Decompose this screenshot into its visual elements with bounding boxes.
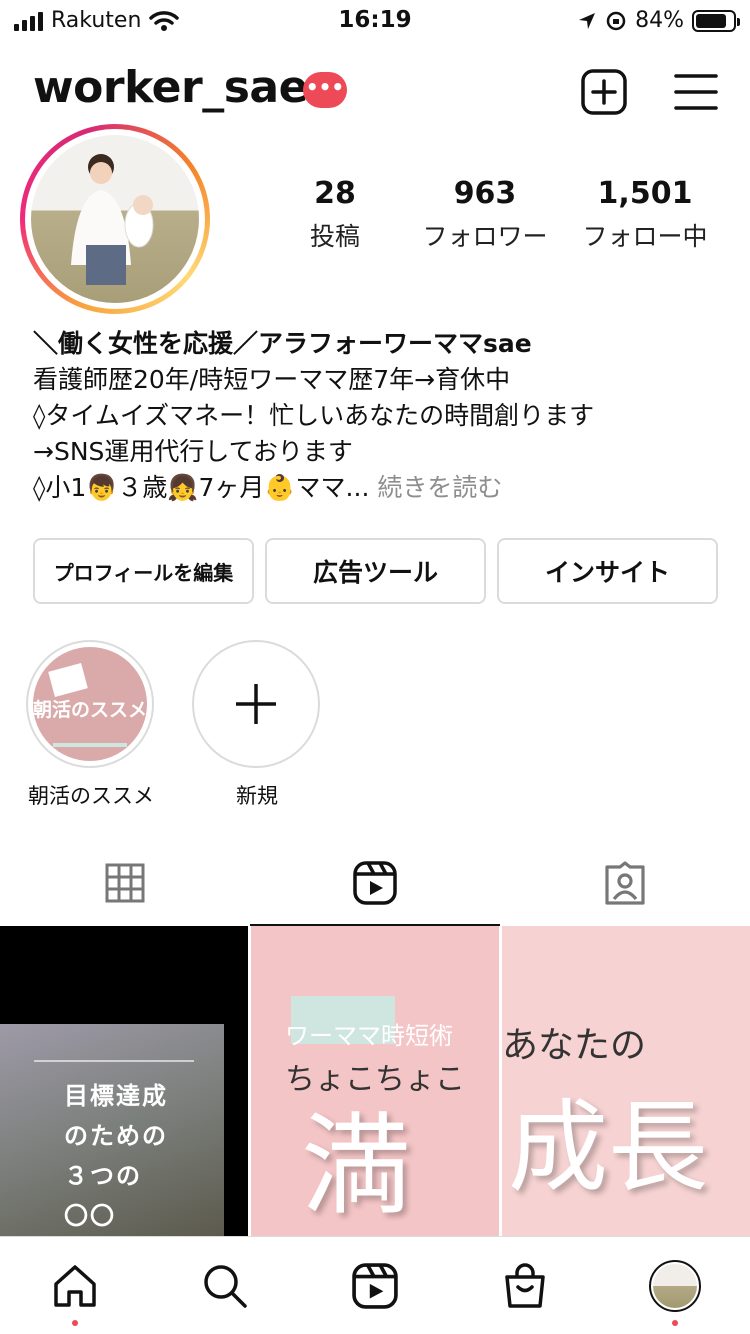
stat-value: 1,501 bbox=[597, 176, 693, 211]
stat-label: フォロワー bbox=[422, 222, 548, 251]
post-text: ワーママ時短術 bbox=[285, 1022, 453, 1050]
username[interactable]: worker_sae bbox=[33, 62, 308, 113]
profile-header: worker_sae ••• bbox=[33, 62, 720, 122]
profile-actions: プロフィールを編集 広告ツール インサイト bbox=[33, 538, 718, 604]
notification-badge[interactable]: ••• bbox=[303, 72, 347, 108]
bio-line: 看護師歴20年/時短ワーママ歴7年→育休中 bbox=[33, 365, 511, 394]
home-icon bbox=[54, 1264, 96, 1307]
nav-home[interactable] bbox=[0, 1237, 150, 1334]
highlight-label: 朝活のススメ bbox=[28, 784, 154, 808]
tab-tagged[interactable] bbox=[500, 840, 750, 926]
display-name: ＼働く女性を応援／アラフォーワーママsae bbox=[33, 329, 532, 358]
post-text: のための bbox=[64, 1122, 168, 1150]
status-bar: Rakuten 16:19 84% bbox=[0, 0, 750, 40]
stat-label: フォロー中 bbox=[582, 222, 708, 251]
insights-button[interactable]: インサイト bbox=[497, 538, 718, 604]
post-grid: 目標達成 のための ３つの 〇〇 ワーママ時短術 ちょこちょこ 満 あなたの 成… bbox=[0, 926, 750, 1236]
read-more-link[interactable]: 続きを読む bbox=[377, 473, 502, 502]
post-thumbnail[interactable]: 目標達成 のための ３つの 〇〇 bbox=[0, 926, 248, 1236]
notification-dot bbox=[672, 1320, 678, 1326]
reels-icon bbox=[352, 1262, 398, 1309]
post-thumbnail[interactable]: ワーママ時短術 ちょこちょこ 満 bbox=[251, 926, 499, 1236]
tab-grid[interactable] bbox=[0, 840, 250, 926]
hamburger-menu-icon[interactable] bbox=[672, 68, 720, 116]
avatar bbox=[31, 135, 199, 303]
profile-avatar bbox=[649, 1259, 701, 1312]
nav-search[interactable] bbox=[150, 1237, 300, 1334]
battery-percent: 84% bbox=[635, 8, 684, 33]
stat-followers[interactable]: 963 フォロワー bbox=[410, 176, 560, 253]
post-thumbnail[interactable]: あなたの 成長 bbox=[502, 926, 750, 1236]
post-text: ３つの bbox=[64, 1162, 142, 1190]
plus-icon bbox=[236, 684, 276, 724]
tagged-icon bbox=[605, 861, 645, 905]
nav-shop[interactable] bbox=[450, 1237, 600, 1334]
battery-icon bbox=[692, 9, 740, 32]
nav-profile[interactable] bbox=[600, 1237, 750, 1334]
story-ring[interactable] bbox=[20, 124, 210, 314]
post-text: 〇〇 bbox=[64, 1202, 116, 1230]
stat-value: 28 bbox=[314, 176, 356, 211]
shop-icon bbox=[505, 1262, 545, 1308]
highlight-item[interactable]: 朝活のススメ 朝活のススメ bbox=[26, 640, 156, 810]
tab-reels[interactable] bbox=[250, 840, 500, 926]
content-tabs bbox=[0, 840, 750, 926]
post-text: 満 bbox=[301, 1102, 411, 1230]
bio: ＼働く女性を応援／アラフォーワーママsae 看護師歴20年/時短ワーママ歴7年→… bbox=[33, 326, 733, 506]
bio-line: ◊小1👦３歳👧7ヶ月👶ママ... bbox=[33, 473, 370, 502]
search-icon bbox=[204, 1264, 247, 1308]
bio-line: →SNS運用代行しております bbox=[33, 437, 353, 466]
highlight-label: 新規 bbox=[236, 784, 278, 808]
post-text: 成長 bbox=[508, 1089, 708, 1206]
stat-value: 963 bbox=[453, 176, 517, 211]
post-text: あなたの bbox=[502, 1025, 647, 1066]
stat-posts[interactable]: 28 投稿 bbox=[290, 176, 380, 253]
grid-icon bbox=[105, 863, 145, 903]
location-icon bbox=[579, 12, 596, 29]
stat-label: 投稿 bbox=[309, 222, 360, 251]
bio-line: ◊タイムイズマネー！忙しいあなたの時間創ります bbox=[33, 401, 595, 430]
stat-following[interactable]: 1,501 フォロー中 bbox=[570, 176, 720, 253]
profile-stats: 28 投稿 963 フォロワー 1,501 フォロー中 bbox=[290, 176, 730, 253]
new-highlight[interactable]: 新規 bbox=[192, 640, 322, 810]
ad-tools-button[interactable]: 広告ツール bbox=[265, 538, 486, 604]
bottom-nav bbox=[0, 1236, 750, 1334]
highlight-cover: 朝活のススメ bbox=[33, 647, 147, 761]
notification-dot bbox=[72, 1320, 78, 1326]
nav-reels[interactable] bbox=[300, 1237, 450, 1334]
reels-icon bbox=[353, 861, 397, 905]
post-text: 目標達成 bbox=[64, 1082, 168, 1110]
bio-line-last: ◊小1👦３歳👧7ヶ月👶ママ... 続きを読む bbox=[33, 470, 733, 506]
highlight-cover-text: 朝活のススメ bbox=[33, 699, 147, 721]
plus-square-icon[interactable] bbox=[580, 68, 628, 116]
rotation-lock-icon bbox=[606, 11, 626, 30]
edit-profile-button[interactable]: プロフィールを編集 bbox=[33, 538, 254, 604]
